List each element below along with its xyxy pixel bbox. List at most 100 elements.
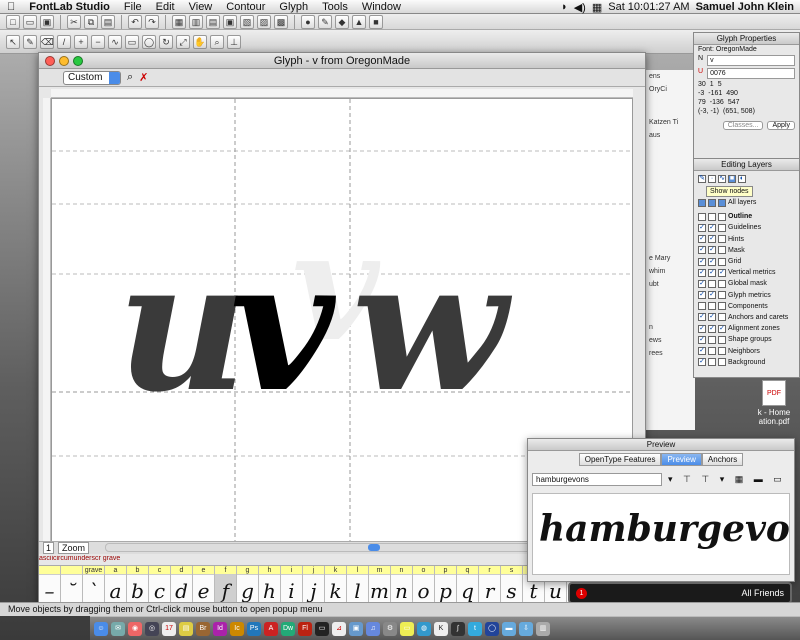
scroll-thumb[interactable] [368, 544, 380, 551]
layer-checkbox[interactable]: ✓ [708, 268, 716, 277]
list-item[interactable]: ews [646, 334, 695, 347]
layer-checkbox[interactable] [708, 335, 716, 344]
list-item[interactable]: ens [646, 70, 695, 83]
layer-checkbox[interactable]: ✓ [708, 291, 716, 300]
list-item[interactable]: e Mary [646, 252, 695, 265]
layer-checkbox[interactable]: ✓ [698, 347, 706, 356]
layer-checkbox[interactable] [708, 358, 716, 367]
ellipse-tool-icon[interactable]: ◯ [142, 34, 156, 49]
layer-checkbox[interactable] [718, 246, 726, 255]
minimize-icon[interactable] [59, 56, 69, 66]
list-item[interactable]: ubt [646, 278, 695, 291]
rect-tool-icon[interactable]: ▭ [125, 34, 139, 49]
tab-opentype-features[interactable]: OpenType Features [578, 453, 662, 466]
folder-icon[interactable]: ▬ [502, 621, 516, 636]
all-layers-toggle[interactable] [718, 198, 726, 207]
save-icon[interactable]: ▣ [40, 14, 54, 29]
layer-checkbox[interactable] [718, 279, 726, 288]
hand-tool-icon[interactable]: ✋ [193, 34, 207, 49]
contour-tool-icon[interactable]: ✎ [23, 34, 37, 49]
layer-checkbox[interactable]: ✓ [698, 358, 706, 367]
measure-icon[interactable]: ✗ [139, 71, 148, 84]
script-icon[interactable]: ∫ [451, 621, 465, 636]
layer-checkbox[interactable] [718, 212, 726, 221]
glyph-name-field[interactable]: v [707, 55, 795, 66]
terminal-icon[interactable]: ▭ [315, 621, 329, 636]
twitter-icon[interactable]: t [468, 621, 482, 636]
metrics-icon[interactable]: ▥ [189, 14, 203, 29]
layer-checkbox[interactable]: ✓ [718, 324, 726, 333]
new-icon[interactable]: □ [6, 14, 20, 29]
desktop-pdf-file[interactable]: PDF k - Home ation.pdf [750, 380, 798, 426]
close-icon[interactable] [45, 56, 55, 66]
tangent-icon[interactable]: ■ [369, 14, 383, 29]
classes-button[interactable]: Classes... [722, 121, 764, 130]
system-prefs-icon[interactable]: ⚙ [383, 621, 397, 636]
layer-number[interactable]: 1 [43, 542, 55, 554]
corner-icon[interactable]: ▲ [352, 14, 366, 29]
dashboard-icon[interactable]: ◎ [145, 621, 159, 636]
all-layers-toggle[interactable] [708, 198, 716, 207]
preview-app-icon[interactable]: ▣ [349, 621, 363, 636]
list-item[interactable]: rees [646, 347, 695, 360]
unicode-field[interactable]: 0076 [707, 68, 795, 79]
apply-button[interactable]: Apply [767, 121, 795, 130]
list-item[interactable]: OryCi [646, 83, 695, 96]
paste-icon[interactable]: ▤ [101, 14, 115, 29]
layer-checkbox[interactable]: ✓ [698, 291, 706, 300]
node-icon[interactable]: · [708, 175, 716, 183]
zoom-select[interactable]: Zoom [58, 542, 90, 554]
color-icon[interactable]: ◐ [738, 175, 746, 183]
layer-checkbox[interactable]: ✓ [698, 235, 706, 244]
list-item[interactable]: n [646, 321, 695, 334]
layer-checkbox[interactable] [718, 313, 726, 322]
curve-tool-icon[interactable]: ∿ [108, 34, 122, 49]
notes-icon[interactable]: ▤ [179, 621, 193, 636]
layer-checkbox[interactable] [718, 347, 726, 356]
notification-widget[interactable]: 1 All Friends [568, 582, 792, 604]
menu-edit[interactable]: Edit [149, 1, 182, 13]
cut-icon[interactable]: ✂ [67, 14, 81, 29]
layer-checkbox[interactable] [708, 279, 716, 288]
layers-icon[interactable]: ▧ [240, 14, 254, 29]
chat-icon[interactable]: ◍ [417, 621, 431, 636]
menu-view[interactable]: View [182, 1, 220, 13]
layer-checkbox[interactable]: ✓ [698, 223, 706, 232]
firefox-icon[interactable]: ◉ [128, 621, 142, 636]
layer-checkbox[interactable] [718, 291, 726, 300]
web-icon[interactable]: ◯ [485, 621, 499, 636]
tab-preview[interactable]: Preview [661, 453, 702, 466]
menu-contour[interactable]: Contour [219, 1, 272, 13]
fontlab-icon[interactable]: K [434, 621, 448, 636]
clock[interactable]: Sat 10:01:27 AM [608, 1, 689, 13]
calendar-icon[interactable]: 17 [162, 621, 176, 636]
knife-tool-icon[interactable]: / [57, 34, 71, 49]
menu-window[interactable]: Window [355, 1, 408, 13]
all-layers-toggle[interactable] [698, 198, 706, 207]
curve-icon[interactable]: ∿ [718, 175, 726, 183]
redo-icon[interactable]: ↷ [145, 14, 159, 29]
measure-tool-icon[interactable]: ⊥ [227, 34, 241, 49]
layer-checkbox[interactable]: ✓ [698, 268, 706, 277]
layer-checkbox[interactable]: ✓ [708, 223, 716, 232]
pointer-tool-icon[interactable]: ↖ [6, 34, 20, 49]
layer-checkbox[interactable]: ✓ [718, 268, 726, 277]
pen-icon[interactable]: ✎ [318, 14, 332, 29]
itunes-icon[interactable]: ♫ [366, 621, 380, 636]
pdf-app-icon[interactable]: ⊿ [332, 621, 346, 636]
list-item[interactable]: whim [646, 265, 695, 278]
finder-icon[interactable]: ☺ [94, 621, 108, 636]
zoom-tool-icon[interactable]: ⌕ [210, 34, 224, 49]
acrobat-icon[interactable]: A [264, 621, 278, 636]
remove-point-tool-icon[interactable]: − [91, 34, 105, 49]
menu-tools[interactable]: Tools [315, 1, 355, 13]
zoom-icon[interactable] [73, 56, 83, 66]
user-name[interactable]: Samuel John Klein [696, 1, 794, 13]
dreamweaver-icon[interactable]: Dw [281, 621, 295, 636]
current-glyph-v[interactable]: v [230, 221, 337, 432]
list-item[interactable]: Katzen Ti [646, 116, 695, 129]
glyph-window-icon[interactable]: ▣ [223, 14, 237, 29]
layer-checkbox[interactable]: ✓ [708, 313, 716, 322]
open-icon[interactable]: ▭ [23, 14, 37, 29]
volume-icon[interactable]: ◀) [574, 1, 586, 14]
